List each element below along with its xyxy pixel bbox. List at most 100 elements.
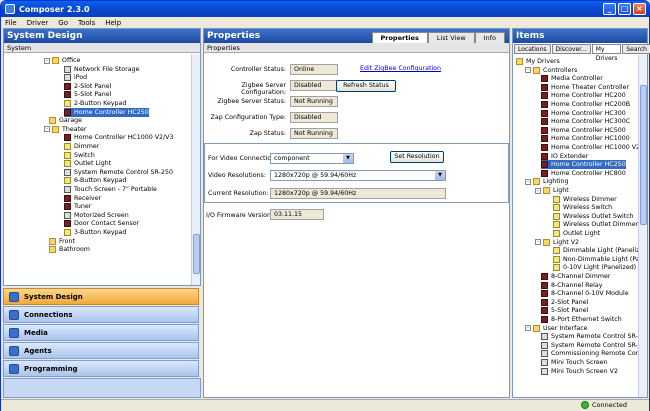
expand-toggle-icon[interactable]: - (525, 178, 531, 185)
device-icon (64, 194, 71, 202)
menu-help[interactable]: Help (105, 19, 121, 27)
device-icon (541, 126, 548, 134)
scrollbar[interactable] (638, 55, 647, 397)
video-resolutions-select[interactable]: 1280x720p @ 59.94/60Hz ▼ (270, 170, 446, 181)
connected-icon (581, 401, 589, 409)
device-icon (553, 264, 560, 272)
tree-item[interactable]: Mini Touch Screen V2 (541, 367, 618, 376)
nav-icon (9, 327, 19, 338)
pane-subheader: Properties (204, 43, 509, 53)
device-icon (541, 118, 548, 126)
items-tabs: Locations Discover... My Drivers Search (514, 44, 650, 62)
nav-system-design[interactable]: System Design (3, 288, 199, 305)
device-icon (64, 108, 71, 116)
device-icon (541, 307, 548, 315)
field-value: Disabled (290, 80, 338, 91)
expand-toggle-icon[interactable]: - (525, 325, 531, 332)
nav-label: System Design (24, 292, 83, 301)
field-value: Online (290, 64, 338, 75)
field-label: Zap Configuration Type: (210, 114, 286, 121)
device-icon (541, 109, 548, 117)
tab-my-drivers[interactable]: My Drivers (591, 44, 622, 62)
device-icon (64, 143, 71, 150)
device-icon (541, 350, 548, 358)
nav-label: Agents (24, 346, 52, 355)
device-icon (541, 281, 548, 289)
maximize-button[interactable]: □ (618, 3, 631, 15)
app-title: Composer 2.3.0 (19, 4, 90, 14)
current-resolution-value: 1280x720p @ 59.94/60Hz (270, 188, 446, 199)
nav-icon (9, 363, 19, 374)
tab-discover[interactable]: Discover... (551, 44, 591, 54)
refresh-status-button[interactable]: Refresh Status (336, 80, 396, 92)
close-button[interactable]: × (633, 3, 646, 15)
scrollbar[interactable] (191, 54, 200, 285)
expand-toggle-icon[interactable]: - (44, 57, 50, 64)
video-connection-value: component (274, 155, 310, 162)
device-icon (541, 169, 548, 177)
device-icon (541, 144, 548, 151)
device-icon (541, 333, 548, 341)
tree-item-label: Bathroom (59, 246, 90, 254)
device-icon (64, 177, 71, 185)
title-bar[interactable]: Composer 2.3.0 _ □ × (1, 1, 649, 17)
nav-connections[interactable]: Connections (3, 306, 199, 323)
menu-file[interactable]: File (5, 19, 17, 27)
menu-bar: File Driver Go Tools Help (1, 17, 649, 28)
status-bar: Connected (1, 399, 649, 411)
device-icon (541, 101, 548, 108)
device-icon (553, 221, 560, 229)
device-icon (541, 161, 548, 169)
properties-pane: Properties Properties List View Info Pro… (203, 28, 510, 398)
field-label: Controller Status: (230, 66, 286, 73)
system-tree: - Office Network File Storage iPod 2-Slot Pa… (4, 54, 200, 285)
properties-tabs: Properties List View Info (371, 32, 505, 43)
tab-list-view[interactable]: List View (427, 32, 475, 43)
firmware-value: 03.11.15 (270, 209, 324, 220)
folder-icon (533, 324, 540, 332)
tree-item-label: Home Controller HC250 (74, 108, 149, 116)
current-resolution-label: Current Resolution: (208, 190, 269, 197)
menu-go[interactable]: Go (58, 19, 68, 27)
set-resolution-button[interactable]: Set Resolution (390, 151, 444, 163)
device-icon (64, 203, 71, 211)
field-value: Not Running (290, 128, 338, 139)
device-icon (541, 316, 548, 323)
device-icon (64, 74, 71, 82)
nav-media[interactable]: Media (3, 324, 199, 341)
tab-properties[interactable]: Properties (371, 32, 428, 43)
pane-header: Items (513, 29, 647, 43)
folder-icon (543, 187, 550, 194)
device-icon (553, 255, 560, 263)
room-icon (52, 57, 59, 64)
video-connection-select[interactable]: component ▼ (270, 153, 354, 164)
device-icon (541, 75, 548, 83)
expand-toggle-icon[interactable]: - (44, 126, 50, 133)
video-resolutions-label: Video Resolutions: (208, 172, 266, 179)
tree-item-label: Mini Touch Screen V2 (551, 367, 618, 375)
scrollbar-thumb[interactable] (640, 85, 647, 225)
tab-info[interactable]: Info (474, 32, 505, 43)
scrollbar-thumb[interactable] (193, 234, 200, 274)
chevron-down-icon: ▼ (435, 171, 445, 180)
room-icon (52, 125, 59, 133)
expand-toggle-icon[interactable]: - (535, 187, 541, 194)
edit-zigbee-link[interactable]: Edit ZigBee Configuration (360, 65, 441, 72)
tab-locations[interactable]: Locations (514, 44, 551, 54)
expand-toggle-icon[interactable]: - (535, 239, 541, 246)
device-icon (64, 65, 71, 73)
minimize-button[interactable]: _ (603, 3, 616, 15)
nav-empty-area (3, 378, 201, 398)
menu-tools[interactable]: Tools (78, 19, 95, 27)
nav-agents[interactable]: Agents (3, 342, 199, 359)
menu-driver[interactable]: Driver (27, 19, 49, 27)
nav-programming[interactable]: Programming (3, 360, 199, 377)
expand-toggle-icon[interactable]: - (525, 67, 531, 74)
firmware-label: I/O Firmware Version: (206, 212, 274, 219)
device-icon (553, 230, 560, 237)
device-icon (64, 160, 71, 168)
device-icon (541, 290, 548, 298)
tree-item[interactable]: Bathroom (49, 245, 90, 254)
tab-search[interactable]: Search (622, 44, 650, 54)
device-icon (553, 204, 560, 212)
